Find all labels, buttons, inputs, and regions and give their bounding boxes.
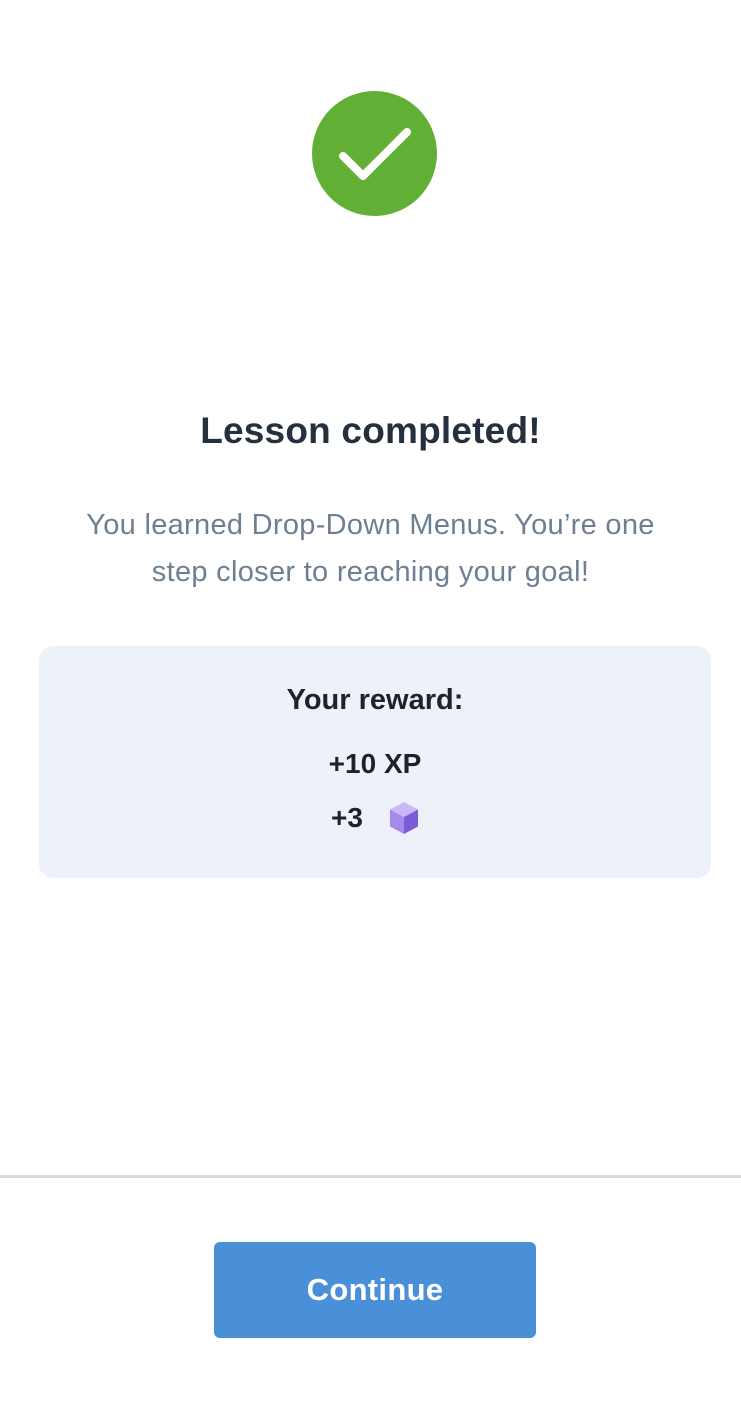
reward-heading: Your reward: [286,684,464,716]
checkmark-icon [335,114,415,194]
reward-gems-row: +3 [39,796,711,840]
footer-divider [0,1175,741,1178]
continue-button[interactable]: Continue [214,1242,536,1338]
reward-xp: +10 XP [328,748,422,779]
completion-message: You learned Drop-Down Menus. You’re one … [86,509,655,588]
success-checkmark-badge [312,91,437,216]
completion-title: Lesson completed! [200,410,541,451]
reward-card: Your reward: +10 XP +3 [39,646,711,878]
gem-cube-icon [389,801,419,835]
reward-gems-amount: +3 [331,802,363,833]
